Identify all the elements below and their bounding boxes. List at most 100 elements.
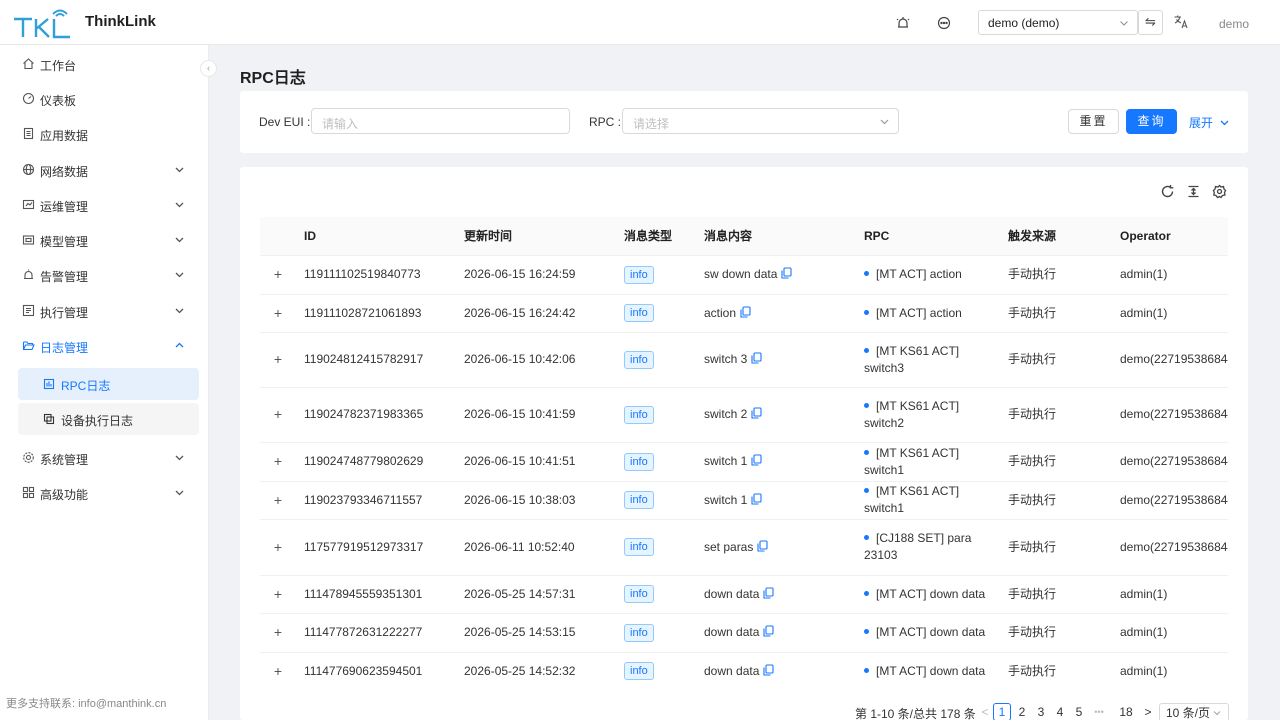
query-button[interactable]: 查询 [1126, 109, 1177, 134]
table-row: + 119024812415782917 2026-06-15 10:42:06… [260, 332, 1228, 388]
brand-name: ThinkLink [85, 13, 156, 30]
dashboard-icon [22, 92, 35, 105]
cell-time: 2026-05-25 14:52:32 [456, 652, 616, 690]
copy-icon[interactable] [740, 305, 751, 318]
copy-icon[interactable] [763, 586, 774, 599]
chevron-left-icon: ‹ [207, 63, 210, 73]
expand-row-button[interactable]: + [260, 294, 296, 333]
sidebar-item-logs[interactable]: 日志管理 [0, 328, 208, 363]
column-settings-icon[interactable] [1212, 184, 1227, 199]
sidebar-item-execute[interactable]: 执行管理 [0, 293, 208, 328]
collapse-sidebar-button[interactable]: ‹ [200, 60, 217, 77]
swap-icon: ⇋ [1145, 14, 1156, 29]
page-size-select[interactable]: 10 条/页 [1159, 703, 1229, 720]
cell-time: 2026-06-15 10:41:59 [456, 387, 616, 443]
cell-source: 手动执行 [1000, 613, 1112, 653]
sidebar-subitem-label: 设备执行日志 [61, 414, 134, 428]
copy-icon[interactable] [763, 663, 774, 676]
sidebar-subitem-rpc-log[interactable]: RPC日志 [18, 368, 199, 400]
cell-source: 手动执行 [1000, 255, 1112, 295]
refresh-icon[interactable] [1160, 184, 1175, 199]
content-text: down data [704, 663, 760, 678]
translate-icon[interactable] [1173, 14, 1189, 30]
density-icon[interactable] [1186, 184, 1201, 199]
pagination-page-2[interactable]: 2 [1014, 703, 1030, 720]
cell-type: info [616, 294, 696, 333]
cell-source: 手动执行 [1000, 652, 1112, 690]
pagination-prev[interactable]: < [977, 703, 993, 720]
pagination-page-5[interactable]: 5 [1071, 703, 1087, 720]
table-body: + 119111102519840773 2026-06-15 16:24:59… [260, 255, 1228, 690]
status-dot [864, 667, 869, 673]
cell-rpc: [MT ACT] down data [856, 652, 1000, 690]
copy-icon[interactable] [751, 492, 762, 505]
copy-icon[interactable] [751, 407, 762, 419]
chevron-down-icon [175, 167, 184, 173]
info-tag: info [624, 623, 654, 642]
chevron-down-icon [175, 272, 184, 278]
sidebar-item-label: 网络数据 [40, 165, 89, 179]
sidebar-item-label: 告警管理 [40, 270, 89, 284]
sidebar-item-label: 运维管理 [40, 200, 89, 214]
sidebar-subitem-device-exec-log[interactable]: 设备执行日志 [18, 403, 199, 435]
column-header-source: 触发来源 [1000, 217, 1112, 256]
expand-row-button[interactable]: + [260, 481, 296, 520]
expand-row-button[interactable]: + [260, 442, 296, 482]
rpc-text: [MT KS61 ACT] switch2 [864, 398, 960, 430]
sidebar-item-model[interactable]: 模型管理 [0, 222, 208, 257]
expand-row-button[interactable]: + [260, 387, 296, 443]
user-name[interactable]: demo [1219, 17, 1249, 31]
info-tag: info [624, 350, 654, 369]
chevron-down-icon [1120, 21, 1128, 26]
pagination-page-4[interactable]: 4 [1052, 703, 1068, 720]
dev-eui-input[interactable]: 请输入 [311, 108, 570, 134]
alarm-bell-icon[interactable] [895, 15, 911, 31]
expand-row-button[interactable]: + [260, 575, 296, 614]
chevron-down-icon [175, 202, 184, 208]
sidebar-item-dashboard[interactable]: 仪表板 [0, 81, 208, 116]
pagination-page-1[interactable]: 1 [993, 703, 1011, 720]
copy-icon[interactable] [781, 267, 792, 279]
sidebar-item-alarm[interactable]: 告警管理 [0, 257, 208, 292]
copy-icon[interactable] [757, 539, 768, 552]
expand-row-button[interactable]: + [260, 613, 296, 653]
tenant-select[interactable]: demo (demo) [978, 10, 1138, 35]
dev-eui-placeholder: 请输入 [322, 117, 359, 131]
copy-icon[interactable] [751, 352, 762, 364]
expand-row-button[interactable]: + [260, 652, 296, 690]
support-contact: 更多支持联系: info@manthink.cn [6, 698, 167, 710]
sidebar-item-workbench[interactable]: 工作台 [0, 46, 208, 81]
expand-filters-button[interactable]: 展开 [1189, 114, 1230, 131]
copy-icon[interactable] [763, 625, 774, 637]
column-header-operator: Operator [1112, 217, 1228, 256]
dev-eui-label: Dev EUI : [259, 115, 311, 129]
copy-icon[interactable] [751, 454, 762, 466]
rpc-log-table-wrapper[interactable]: ID 更新时间 消息类型 消息内容 RPC 触发来源 Operator + 11… [260, 217, 1228, 690]
cell-id: 119111102519840773 [296, 255, 456, 295]
sidebar-item-system[interactable]: 系统管理 [0, 440, 208, 475]
sidebar-item-app-data[interactable]: 应用数据 [0, 116, 208, 151]
sidebar-item-ops[interactable]: 运维管理 [0, 187, 208, 222]
sidebar-item-advanced[interactable]: 高级功能 [0, 475, 208, 510]
pagination-page-18[interactable]: 18 [1118, 703, 1134, 720]
thinklink-logo[interactable] [12, 7, 72, 39]
reset-button[interactable]: 重置 [1068, 109, 1119, 134]
expand-row-button[interactable]: + [260, 519, 296, 576]
cell-operator: demo(227195386844 [1112, 481, 1228, 520]
sidebar-item-label: 高级功能 [40, 488, 89, 502]
cell-type: info [616, 442, 696, 482]
expand-row-button[interactable]: + [260, 255, 296, 295]
expand-row-button[interactable]: + [260, 332, 296, 388]
table-row: + 119111028721061893 2026-06-15 16:24:42… [260, 294, 1228, 333]
status-dot [864, 590, 869, 596]
sidebar-item-network-data[interactable]: 网络数据 [0, 152, 208, 187]
message-icon[interactable] [936, 15, 952, 31]
swap-tenant-button[interactable]: ⇋ [1138, 10, 1163, 35]
pagination-next[interactable]: > [1140, 703, 1156, 720]
cell-content: action [696, 294, 856, 333]
content-text: down data [704, 625, 760, 639]
pagination-jump-next[interactable]: ••• [1091, 703, 1107, 720]
pagination-page-3[interactable]: 3 [1033, 703, 1049, 720]
status-dot [864, 271, 869, 276]
rpc-select[interactable]: 请选择 [622, 108, 899, 134]
